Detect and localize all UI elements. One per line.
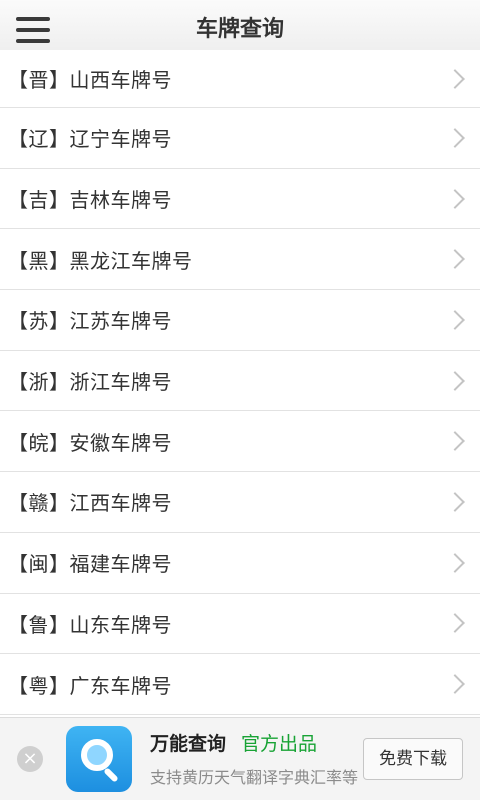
chevron-right-icon: [445, 613, 465, 634]
chevron-right-icon: [445, 370, 465, 391]
list-item-jilin[interactable]: 【吉】吉林车牌号: [0, 168, 480, 230]
list-item-label: 【鲁】山东车牌号: [8, 612, 172, 637]
chevron-right-icon: [445, 310, 465, 330]
list-item-guangdong[interactable]: 【粤】广东车牌号: [0, 654, 480, 715]
list-item-label: 【吉】吉林车牌号: [8, 188, 172, 213]
list-item-label: 【赣】江西车牌号: [8, 491, 172, 516]
list-item-label: 【辽】辽宁车牌号: [8, 127, 172, 152]
plate-list: 【晋】山西车牌号 【辽】辽宁车牌号 【吉】吉林车牌号 【黑】黑龙江车牌号 【苏】…: [0, 50, 480, 717]
list-item-shanxi[interactable]: 【晋】山西车牌号: [0, 50, 480, 108]
ad-app-name: 万能查询: [150, 733, 227, 755]
list-item-label: 【晋】山西车牌号: [8, 68, 172, 92]
list-item-label: 【黑】黑龙江车牌号: [8, 248, 193, 273]
chevron-right-icon: [445, 188, 465, 209]
download-button[interactable]: 免费下载: [363, 738, 463, 780]
list-item-liaoning[interactable]: 【辽】辽宁车牌号: [0, 108, 480, 169]
list-item-anhui[interactable]: 【皖】安徽车牌号: [0, 411, 480, 473]
list-item-heilongjiang[interactable]: 【黑】黑龙江车牌号: [0, 229, 480, 291]
chevron-right-icon: [445, 431, 465, 452]
list-item-fujian[interactable]: 【闽】福建车牌号: [0, 532, 480, 594]
ad-description: 支持黄历天气翻译字典汇率等: [150, 768, 359, 787]
magnifier-lens: [81, 739, 113, 771]
search-app-icon[interactable]: [66, 726, 132, 792]
list-item-label: 【皖】安徽车牌号: [8, 430, 172, 455]
chevron-right-icon: [445, 552, 465, 573]
list-item-shandong[interactable]: 【鲁】山东车牌号: [0, 593, 480, 655]
list-item-label: 【苏】江苏车牌号: [8, 309, 172, 334]
chevron-right-icon: [445, 249, 465, 270]
chevron-right-icon: [445, 127, 465, 148]
ad-banner: × 万能查询 官方出品 支持黄历天气翻译字典汇率等 免费下载: [0, 717, 480, 800]
list-item-zhejiang[interactable]: 【浙】浙江车牌号: [0, 350, 480, 412]
magnifier-handle: [103, 767, 119, 783]
close-icon[interactable]: ×: [17, 746, 43, 772]
list-item-jiangsu[interactable]: 【苏】江苏车牌号: [0, 290, 480, 351]
ad-official-label: 官方出品: [241, 733, 318, 755]
list-item-jiangxi[interactable]: 【赣】江西车牌号: [0, 472, 480, 533]
list-item-label: 【浙】浙江车牌号: [8, 370, 172, 395]
list-item-label: 【粤】广东车牌号: [8, 673, 172, 698]
chevron-right-icon: [445, 674, 465, 694]
list-item-label: 【闽】福建车牌号: [8, 552, 172, 577]
chevron-right-icon: [445, 68, 465, 89]
chevron-right-icon: [445, 492, 465, 512]
